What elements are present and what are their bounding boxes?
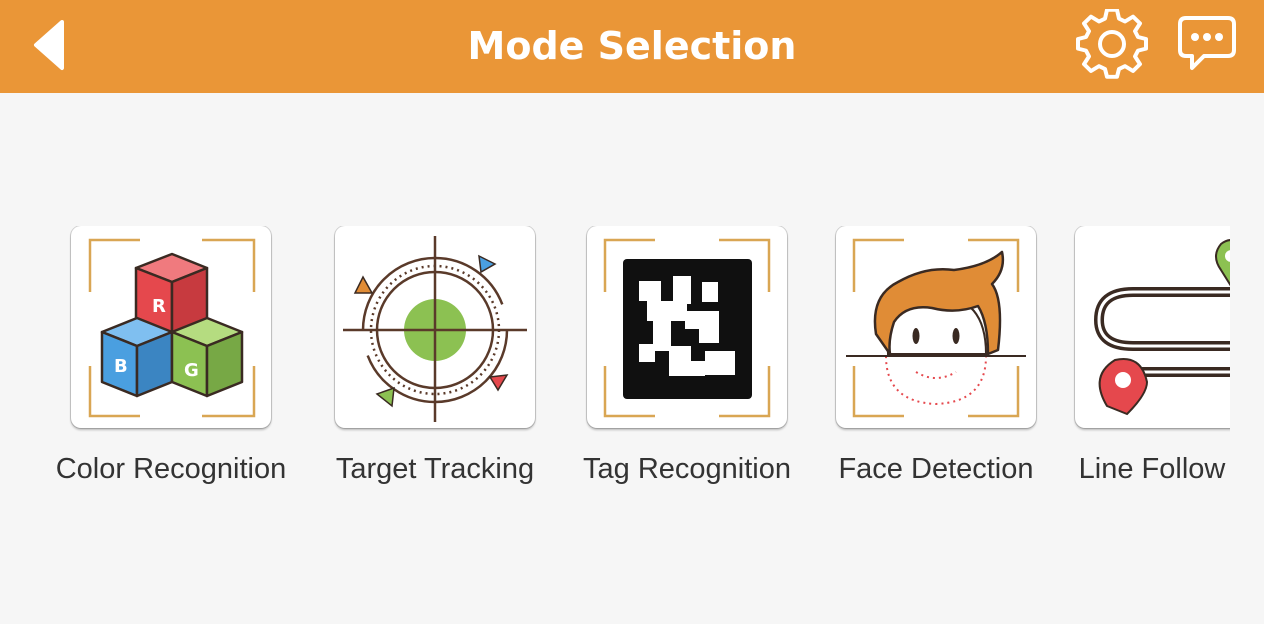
qr-tag-icon <box>603 238 771 418</box>
svg-text:R: R <box>152 296 166 317</box>
mode-label[interactable]: Color Recognition <box>31 453 311 486</box>
top-bar: Mode Selection <box>0 0 1264 93</box>
mode-label[interactable]: Target Tracking <box>295 453 575 486</box>
mode-card-face-detection[interactable] <box>836 226 1036 428</box>
svg-text:G: G <box>184 360 199 381</box>
mode-card-line-follow[interactable] <box>1075 226 1230 428</box>
back-arrow-icon[interactable] <box>28 18 72 72</box>
mode-label[interactable]: Line Follow <box>1012 453 1230 486</box>
page-title: Mode Selection <box>467 24 797 68</box>
face-scan-icon <box>846 238 1026 418</box>
svg-text:B: B <box>114 356 128 377</box>
mode-list: R B G Color Recognition Target Tracking <box>0 226 1230 506</box>
target-crosshair-icon <box>343 236 527 422</box>
settings-gear-icon[interactable] <box>1076 9 1148 81</box>
chat-bubble-icon[interactable] <box>1176 14 1238 76</box>
mode-card-tag-recognition[interactable] <box>587 226 787 428</box>
mode-card-target-tracking[interactable] <box>335 226 535 428</box>
color-cubes-icon: R B G <box>88 238 256 418</box>
mode-card-color-recognition[interactable]: R B G <box>71 226 271 428</box>
mode-label[interactable]: Tag Recognition <box>547 453 827 486</box>
route-path-icon <box>1093 239 1230 416</box>
